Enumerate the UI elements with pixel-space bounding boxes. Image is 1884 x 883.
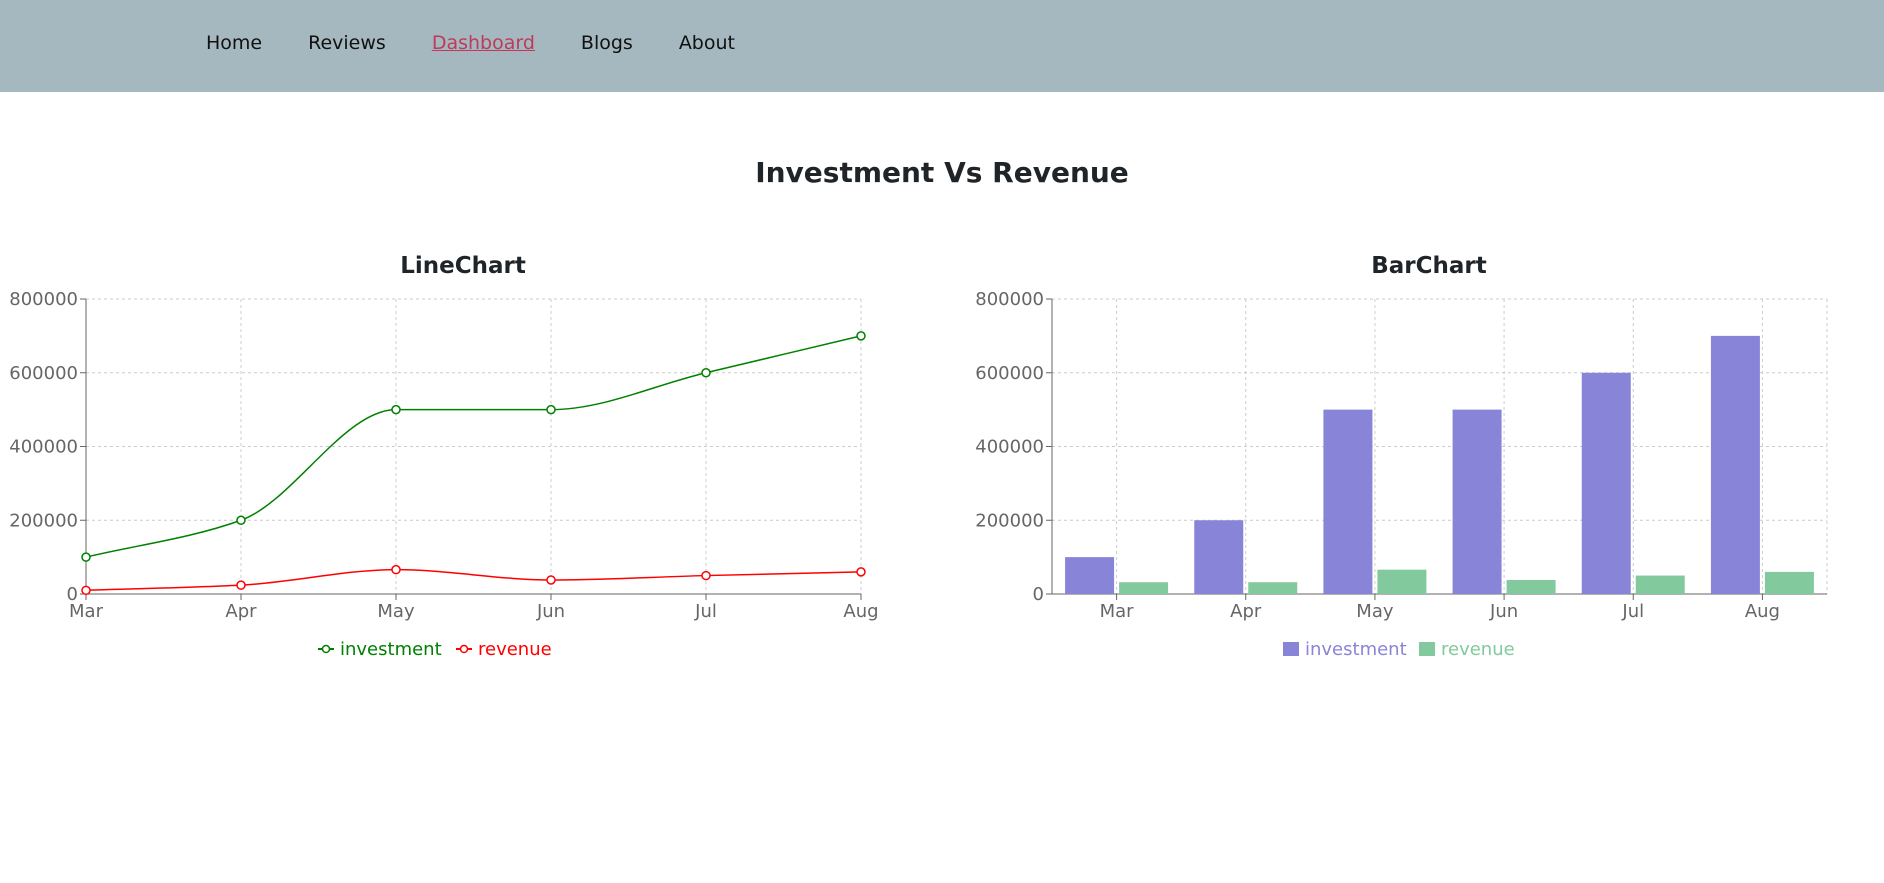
bar-legend-label: revenue bbox=[1441, 639, 1515, 660]
bar-chart-y-tick-label: 200000 bbox=[975, 510, 1044, 531]
bar-revenue bbox=[1506, 579, 1556, 594]
bar-chart-x-tick-label: Mar bbox=[1100, 601, 1135, 622]
bar-chart-y-tick-label: 800000 bbox=[975, 289, 1044, 310]
bar-chart-x-tick-label: Apr bbox=[1230, 601, 1262, 622]
bar-chart-x-tick-label: Aug bbox=[1745, 601, 1780, 622]
bar-chart-x-tick-label: Jun bbox=[1489, 601, 1518, 622]
bar-revenue bbox=[1377, 569, 1427, 594]
bar-chart-y-tick-label: 600000 bbox=[975, 363, 1044, 384]
bar-chart-x-tick-label: Jul bbox=[1621, 601, 1644, 622]
bar-investment bbox=[1323, 409, 1373, 594]
bar-investment bbox=[1065, 557, 1115, 594]
bar-investment bbox=[1194, 520, 1244, 594]
bar-legend-label: investment bbox=[1305, 639, 1407, 660]
bar-chart-y-tick-label: 400000 bbox=[975, 437, 1044, 458]
bar-revenue bbox=[1119, 582, 1169, 594]
bar-investment bbox=[1452, 409, 1502, 594]
bar-revenue bbox=[1248, 582, 1298, 594]
bar-investment bbox=[1710, 335, 1760, 594]
bar-chart-x-tick-label: May bbox=[1356, 601, 1394, 622]
bar-legend-swatch bbox=[1419, 642, 1435, 656]
bar-revenue bbox=[1764, 571, 1814, 594]
bar-investment bbox=[1581, 372, 1631, 594]
bar-revenue bbox=[1635, 575, 1685, 594]
bar-chart: 0 200000 400000 600000 800000 Mar Apr May Jun Jul… bbox=[975, 289, 1828, 660]
bar-legend-swatch bbox=[1283, 642, 1299, 656]
bar-chart-y-tick-label: 0 bbox=[1033, 584, 1044, 605]
